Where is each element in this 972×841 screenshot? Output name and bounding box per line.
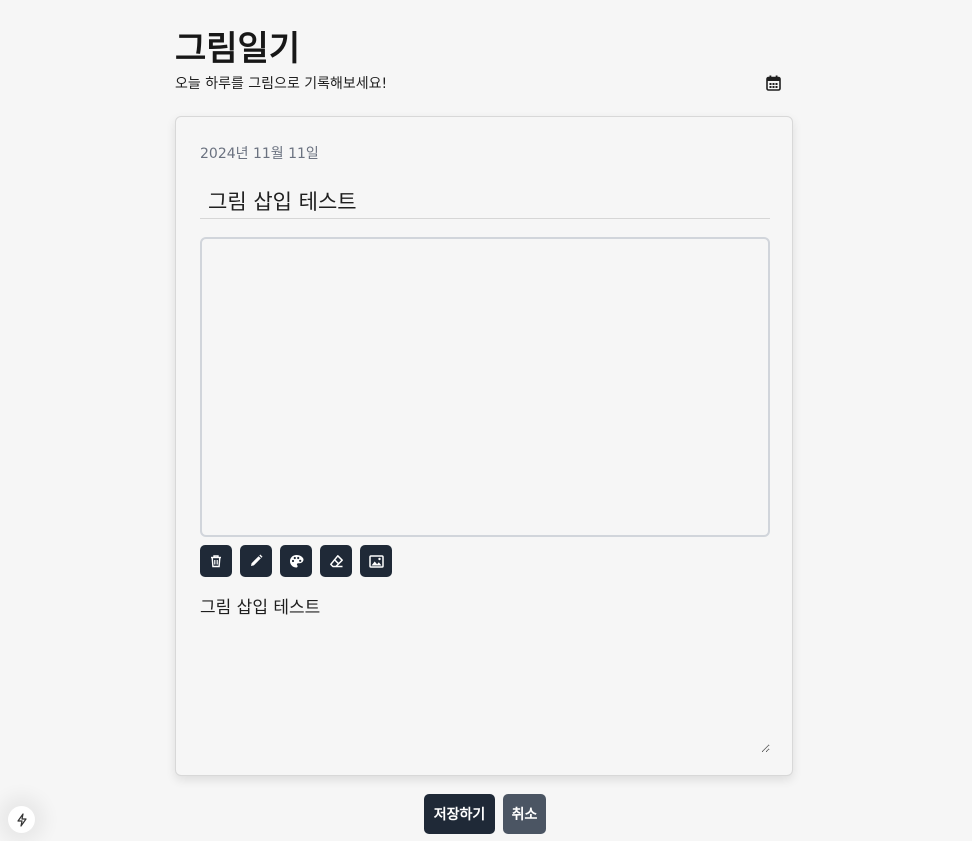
trash-icon [211, 555, 221, 568]
content-textarea[interactable]: 그림 삽입 테스트 [200, 593, 770, 753]
save-button[interactable]: 저장하기 [424, 794, 495, 834]
dev-tools-button[interactable] [8, 806, 35, 833]
image-icon [368, 554, 384, 568]
clear-button[interactable] [200, 545, 232, 577]
pencil-icon [251, 554, 263, 566]
header: 그림일기 오늘 하루를 그림으로 기록해보세요! [175, 26, 795, 94]
drawing-toolbar [200, 545, 392, 577]
eraser-icon [329, 554, 343, 567]
palette-icon [289, 554, 303, 567]
title-input[interactable] [200, 183, 770, 219]
insert-image-button[interactable] [360, 545, 392, 577]
page-title: 그림일기 [175, 29, 301, 69]
page-subtitle: 오늘 하루를 그림으로 기록해보세요! [175, 76, 388, 92]
cancel-button[interactable]: 취소 [503, 794, 546, 834]
pen-button[interactable] [240, 545, 272, 577]
eraser-button[interactable] [320, 545, 352, 577]
color-button[interactable] [280, 545, 312, 577]
lightning-icon [16, 812, 27, 827]
form-actions: 저장하기 취소 [424, 794, 546, 834]
page: 그림일기 오늘 하루를 그림으로 기록해보세요! 2024년 11월 11일 그… [0, 0, 972, 841]
drawing-canvas[interactable] [200, 237, 770, 537]
diary-card: 2024년 11월 11일 그림 삽입 테스트 그림 삽입 테스트 [175, 116, 793, 776]
calendar-icon[interactable] [764, 74, 782, 92]
entry-date: 2024년 11월 11일 [200, 146, 319, 162]
